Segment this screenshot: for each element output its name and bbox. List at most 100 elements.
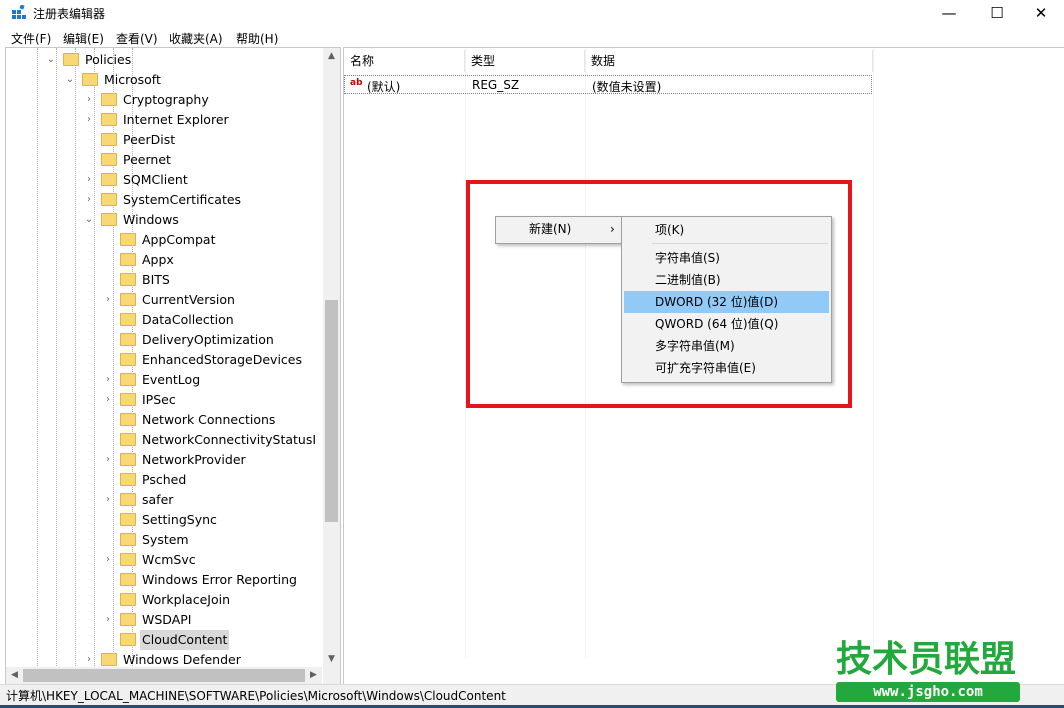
tree-item[interactable]: Windows Error Reporting bbox=[120, 570, 322, 590]
submenu-item-label: 二进制值(B) bbox=[655, 273, 721, 287]
scroll-right-arrow-icon[interactable]: ▶ bbox=[305, 667, 322, 684]
tree-item[interactable]: › WSDAPI bbox=[106, 610, 322, 630]
tree-item[interactable]: › Windows Defender bbox=[87, 650, 322, 668]
folder-icon bbox=[101, 113, 117, 126]
tree-item[interactable]: › SQMClient bbox=[87, 170, 322, 190]
tree-item[interactable]: ⌄ Windows bbox=[85, 210, 322, 230]
folder-icon bbox=[120, 353, 136, 366]
expand-chevron-icon[interactable]: › bbox=[83, 170, 95, 190]
tree-item[interactable]: PeerDist bbox=[101, 130, 322, 150]
expand-chevron-icon[interactable]: › bbox=[83, 190, 95, 210]
expand-chevron-icon[interactable]: › bbox=[102, 450, 114, 470]
column-header-data[interactable]: 数据 bbox=[585, 50, 873, 72]
expand-chevron-icon[interactable]: › bbox=[102, 550, 114, 570]
submenu-item-multi-string-value[interactable]: 多字符串值(M) bbox=[624, 335, 829, 357]
collapse-chevron-icon[interactable]: ⌄ bbox=[45, 50, 57, 70]
folder-icon bbox=[120, 553, 136, 566]
tree-item[interactable]: › WcmSvc bbox=[106, 550, 322, 570]
tree-item[interactable]: › IPSec bbox=[106, 390, 322, 410]
folder-icon bbox=[120, 593, 136, 606]
tree-horizontal-scrollbar[interactable]: ◀ ▶ bbox=[6, 667, 322, 684]
menu-favorites[interactable]: 收藏夹(A) bbox=[169, 30, 223, 47]
expand-chevron-icon[interactable]: › bbox=[102, 370, 114, 390]
expand-chevron-icon[interactable]: › bbox=[102, 290, 114, 310]
submenu-item-qword-value[interactable]: QWORD (64 位)值(Q) bbox=[624, 313, 829, 335]
tree-item-label: PeerDist bbox=[123, 132, 176, 147]
close-button[interactable]: ✕ bbox=[1018, 0, 1064, 26]
tree-item-label: DeliveryOptimization bbox=[142, 332, 274, 347]
minimize-button[interactable]: — bbox=[926, 0, 972, 26]
tree-vertical-scrollbar[interactable]: ▲ ▼ bbox=[323, 48, 340, 668]
tree-item-label: BITS bbox=[142, 272, 170, 287]
tree-item[interactable]: SettingSync bbox=[120, 510, 322, 530]
tree-item-label: Internet Explorer bbox=[123, 112, 229, 127]
menu-edit[interactable]: 编辑(E) bbox=[63, 30, 104, 47]
scroll-down-arrow-icon[interactable]: ▼ bbox=[323, 651, 340, 668]
tree-item[interactable]: WorkplaceJoin bbox=[120, 590, 322, 610]
value-type: REG_SZ bbox=[472, 78, 520, 92]
tree-item[interactable]: › safer bbox=[106, 490, 322, 510]
tree-item[interactable]: › NetworkProvider bbox=[106, 450, 322, 470]
scroll-left-arrow-icon[interactable]: ◀ bbox=[6, 667, 23, 684]
tree-item[interactable]: Peernet bbox=[101, 150, 322, 170]
tree-item[interactable]: DeliveryOptimization bbox=[120, 330, 322, 350]
column-header-type[interactable]: 类型 bbox=[465, 50, 585, 72]
tree-item[interactable]: › CurrentVersion bbox=[106, 290, 322, 310]
expand-chevron-icon[interactable]: › bbox=[83, 110, 95, 130]
scroll-up-arrow-icon[interactable]: ▲ bbox=[323, 48, 340, 65]
collapse-chevron-icon[interactable]: ⌄ bbox=[64, 70, 76, 90]
folder-icon bbox=[120, 493, 136, 506]
tree-item[interactable]: Network Connections bbox=[120, 410, 322, 430]
maximize-button[interactable]: ☐ bbox=[974, 0, 1020, 26]
tree-vertical-scroll-thumb[interactable] bbox=[325, 300, 338, 522]
submenu-item-expandable-string-value[interactable]: 可扩充字符串值(E) bbox=[624, 357, 829, 379]
tree-item[interactable]: ⌄ Policies bbox=[47, 50, 322, 70]
tree-item[interactable]: DataCollection bbox=[120, 310, 322, 330]
submenu-arrow-icon: › bbox=[610, 222, 615, 236]
submenu-item-label: 可扩充字符串值(E) bbox=[655, 361, 756, 375]
expand-chevron-icon[interactable]: › bbox=[83, 650, 95, 668]
expand-chevron-icon[interactable]: › bbox=[102, 390, 114, 410]
tree-item[interactable]: › Cryptography bbox=[87, 90, 322, 110]
tree-item[interactable]: Psched bbox=[120, 470, 322, 490]
folder-icon bbox=[120, 533, 136, 546]
value-name: (默认) bbox=[367, 80, 401, 94]
expand-chevron-icon[interactable]: › bbox=[102, 490, 114, 510]
tree-item[interactable]: › SystemCertificates bbox=[87, 190, 322, 210]
submenu-item-dword-value[interactable]: DWORD (32 位)值(D) bbox=[624, 291, 829, 313]
submenu-item-string-value[interactable]: 字符串值(S) bbox=[624, 247, 829, 269]
menu-item-new[interactable]: 新建(N) › bbox=[498, 218, 622, 240]
registry-tree-pane[interactable]: ⌄ Policies ⌄ Microsoft › Cryptography › Interne… bbox=[5, 47, 341, 685]
tree-item[interactable]: NetworkConnectivityStatusI bbox=[120, 430, 322, 450]
collapse-chevron-icon[interactable]: ⌄ bbox=[83, 210, 95, 230]
tree-item[interactable]: Appx bbox=[120, 250, 322, 270]
folder-icon bbox=[101, 133, 117, 146]
tree-item-label: Psched bbox=[142, 472, 187, 487]
tree-item[interactable]: AppCompat bbox=[120, 230, 322, 250]
column-header-name[interactable]: 名称 bbox=[344, 50, 465, 72]
tree-item-label: Windows Defender bbox=[123, 652, 241, 667]
expand-chevron-icon[interactable]: › bbox=[102, 610, 114, 630]
tree-item-label: IPSec bbox=[142, 392, 176, 407]
folder-icon bbox=[101, 153, 117, 166]
registry-value-row[interactable]: ab (默认) REG_SZ (数值未设置) bbox=[344, 75, 872, 94]
tree-item-label: safer bbox=[142, 492, 174, 507]
submenu-item-key[interactable]: 项(K) bbox=[624, 219, 829, 241]
tree-item[interactable]: BITS bbox=[120, 270, 322, 290]
tree-item[interactable]: ⌄ Microsoft bbox=[66, 70, 322, 90]
menu-help[interactable]: 帮助(H) bbox=[236, 30, 278, 47]
tree-item[interactable]: › EventLog bbox=[106, 370, 322, 390]
tree-horizontal-scroll-thumb[interactable] bbox=[23, 669, 305, 682]
expand-chevron-icon[interactable]: › bbox=[83, 90, 95, 110]
tree-item-label: Network Connections bbox=[142, 412, 276, 427]
tree-item[interactable]: › Internet Explorer bbox=[87, 110, 322, 130]
tree-item[interactable]: System bbox=[120, 530, 322, 550]
submenu-item-binary-value[interactable]: 二进制值(B) bbox=[624, 269, 829, 291]
tree-item-label: DataCollection bbox=[142, 312, 234, 327]
tree-item[interactable]: EnhancedStorageDevices bbox=[120, 350, 322, 370]
tree-item-label: WSDAPI bbox=[142, 612, 192, 627]
tree-item[interactable]: CloudContent bbox=[120, 630, 322, 650]
menu-file[interactable]: 文件(F) bbox=[11, 30, 51, 47]
folder-icon bbox=[63, 53, 79, 66]
menu-view[interactable]: 查看(V) bbox=[116, 30, 158, 47]
